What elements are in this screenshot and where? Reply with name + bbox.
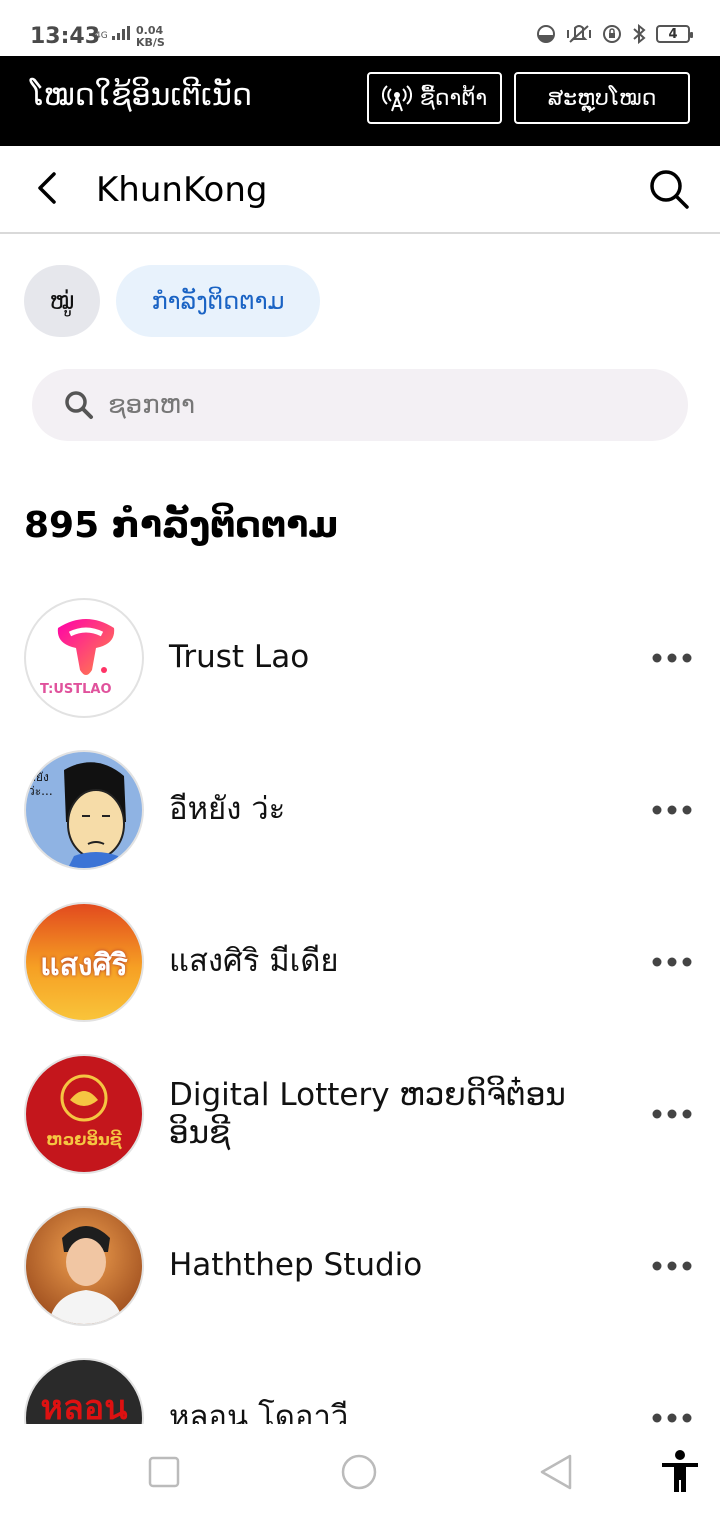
recent-apps-icon[interactable] xyxy=(148,1456,180,1488)
rotation-lock-icon xyxy=(603,25,621,43)
search-icon xyxy=(65,391,93,419)
avatar[interactable]: หลอน xyxy=(24,1358,144,1424)
avatar-text: หยัง ว่ะ... xyxy=(28,770,53,798)
bluetooth-icon xyxy=(633,24,646,44)
list-item-name: Digital Lottery ຫວຍດິຈິຕ໋ອນ ອິນຊີ xyxy=(169,1077,566,1151)
signal-icon xyxy=(111,26,130,40)
page-title: KhunKong xyxy=(96,170,268,210)
list-item-name: อีหยัง ว่ะ xyxy=(169,791,286,827)
more-options-icon[interactable] xyxy=(652,1108,692,1120)
accessibility-icon[interactable] xyxy=(660,1450,700,1494)
back-nav-icon[interactable] xyxy=(538,1454,574,1490)
vibrate-icon xyxy=(567,25,591,43)
mode-summary-label: ສະຫຼຸບໂໝດ xyxy=(547,85,657,111)
data-saver-icon xyxy=(537,25,555,43)
list-item[interactable]: หยัง ว่ะ... อีหยัง ว่ะ xyxy=(0,750,720,902)
data-mode-banner: ໂໝດໃຊ້ອິນເຕີເນັດ ຊື້ດາຕ້າ ສະຫຼຸບໂໝດ xyxy=(0,56,720,146)
status-bar: 13:43 4G 0.04 KB/S 4 xyxy=(0,0,720,56)
buy-data-button[interactable]: ຊື້ດາຕ້າ xyxy=(367,72,502,124)
avatar[interactable] xyxy=(24,1206,144,1326)
network-type: 4G xyxy=(95,26,131,41)
avatar[interactable]: ຫວຍອິນຊີ xyxy=(24,1054,144,1174)
network-speed: 0.04 KB/S xyxy=(136,24,165,49)
search-bar[interactable] xyxy=(32,369,688,441)
tab-following-chip[interactable]: ກຳລັງຕິດຕາມ xyxy=(116,265,320,337)
list-item[interactable]: T:USTLAO Trust Lao xyxy=(0,598,720,750)
avatar-text: แสงศิริ xyxy=(40,948,128,983)
search-input[interactable] xyxy=(106,389,650,421)
list-item-name: Trust Lao xyxy=(169,639,310,675)
person-photo-avatar xyxy=(48,1226,124,1324)
list-item-name: แสงศิริ มีเดีย xyxy=(169,943,339,979)
avatar-text: T:USTLAO xyxy=(40,682,112,697)
more-options-icon[interactable] xyxy=(652,804,692,816)
avatar[interactable]: หยัง ว่ะ... xyxy=(24,750,144,870)
tab-friends-chip[interactable]: ໝູ່ xyxy=(24,265,100,337)
status-icons: 4 xyxy=(536,24,693,44)
list-item[interactable]: Haththep Studio xyxy=(0,1206,720,1358)
trust-lao-logo xyxy=(57,619,115,675)
more-options-icon[interactable] xyxy=(652,1412,692,1424)
more-options-icon[interactable] xyxy=(652,956,692,968)
following-count-heading: 895 ກຳລັງຕິດຕາມ xyxy=(24,505,339,546)
broadcast-icon xyxy=(381,85,412,112)
home-icon[interactable] xyxy=(340,1453,378,1491)
list-item-name: Haththep Studio xyxy=(169,1247,423,1283)
battery-icon: 4 xyxy=(656,25,693,43)
more-options-icon[interactable] xyxy=(652,1260,692,1272)
list-item[interactable]: หลอน หลอน โดอาวี xyxy=(0,1358,720,1424)
list-item[interactable]: ຫວຍອິນຊີ Digital Lottery ຫວຍດິຈິຕ໋ອນ ອິນ… xyxy=(0,1054,720,1206)
back-arrow-icon[interactable] xyxy=(30,168,70,208)
buy-data-label: ຊື້ດາຕ້າ xyxy=(419,85,488,111)
avatar[interactable]: แสงศิริ xyxy=(24,902,144,1022)
avatar[interactable]: T:USTLAO xyxy=(24,598,144,718)
page-header: KhunKong xyxy=(0,146,720,234)
data-mode-title: ໂໝດໃຊ້ອິນເຕີເນັດ xyxy=(30,78,252,113)
avatar-text: หลอน xyxy=(40,1388,128,1424)
search-icon[interactable] xyxy=(648,168,690,210)
mode-summary-button[interactable]: ສະຫຼຸບໂໝດ xyxy=(514,72,690,124)
list-item[interactable]: แสงศิริ แสงศิริ มีเดีย xyxy=(0,902,720,1054)
status-time: 13:43 xyxy=(30,24,101,49)
list-item-name: หลอน โดอาวี xyxy=(169,1399,349,1424)
avatar-text: ຫວຍອິນຊີ xyxy=(46,1130,122,1149)
more-options-icon[interactable] xyxy=(652,652,692,664)
lottery-logo xyxy=(60,1074,108,1122)
system-nav-bar xyxy=(0,1424,720,1520)
